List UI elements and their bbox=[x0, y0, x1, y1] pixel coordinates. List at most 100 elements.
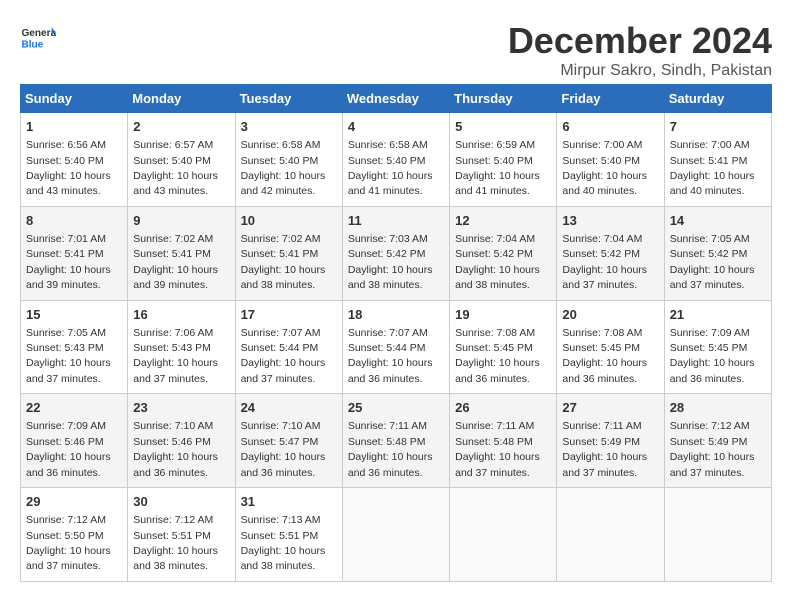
logo: General Blue bbox=[20, 20, 58, 56]
title-block: December 2024 Mirpur Sakro, Sindh, Pakis… bbox=[508, 20, 772, 80]
day-info: Sunrise: 7:04 AMSunset: 5:42 PMDaylight:… bbox=[455, 233, 540, 291]
day-info: Sunrise: 7:05 AMSunset: 5:42 PMDaylight:… bbox=[670, 233, 755, 291]
day-info: Sunrise: 7:01 AMSunset: 5:41 PMDaylight:… bbox=[26, 233, 111, 291]
day-cell-4: 4Sunrise: 6:58 AMSunset: 5:40 PMDaylight… bbox=[342, 113, 449, 207]
day-number: 7 bbox=[670, 118, 766, 136]
day-info: Sunrise: 7:07 AMSunset: 5:44 PMDaylight:… bbox=[241, 327, 326, 385]
day-info: Sunrise: 7:11 AMSunset: 5:48 PMDaylight:… bbox=[348, 420, 433, 478]
day-info: Sunrise: 7:12 AMSunset: 5:51 PMDaylight:… bbox=[133, 514, 218, 572]
day-cell-17: 17 Sunrise: 7:07 AMSunset: 5:44 PMDayligh… bbox=[235, 300, 342, 394]
day-info: Sunrise: 7:00 AMSunset: 5:41 PMDaylight:… bbox=[670, 139, 755, 197]
day-cell-10: 10Sunrise: 7:02 AMSunset: 5:41 PMDayligh… bbox=[235, 206, 342, 300]
day-cell-23: 23 Sunrise: 7:10 AMSunset: 5:46 PMDayligh… bbox=[128, 394, 235, 488]
day-info: Sunrise: 7:02 AMSunset: 5:41 PMDaylight:… bbox=[133, 233, 218, 291]
day-number: 5 bbox=[455, 118, 551, 136]
week-row-4: 22 Sunrise: 7:09 AMSunset: 5:46 PMDayligh… bbox=[21, 394, 772, 488]
day-cell-2: 2 Sunrise: 6:57 AMSunset: 5:40 PMDaylight… bbox=[128, 113, 235, 207]
day-info: Sunrise: 7:04 AMSunset: 5:42 PMDaylight:… bbox=[562, 233, 647, 291]
day-number: 1 bbox=[26, 118, 122, 136]
day-number: 12 bbox=[455, 212, 551, 230]
day-number: 3 bbox=[241, 118, 337, 136]
day-info: Sunrise: 7:00 AMSunset: 5:40 PMDaylight:… bbox=[562, 139, 647, 197]
day-number: 21 bbox=[670, 306, 766, 324]
day-number: 18 bbox=[348, 306, 444, 324]
day-info: Sunrise: 7:10 AMSunset: 5:46 PMDaylight:… bbox=[133, 420, 218, 478]
day-info: Sunrise: 6:57 AMSunset: 5:40 PMDaylight:… bbox=[133, 139, 218, 197]
header-row: SundayMondayTuesdayWednesdayThursdayFrid… bbox=[21, 85, 772, 113]
empty-cell bbox=[342, 488, 449, 582]
day-number: 10 bbox=[241, 212, 337, 230]
day-number: 26 bbox=[455, 399, 551, 417]
day-info: Sunrise: 7:13 AMSunset: 5:51 PMDaylight:… bbox=[241, 514, 326, 572]
svg-text:General: General bbox=[21, 28, 56, 39]
day-number: 19 bbox=[455, 306, 551, 324]
empty-cell bbox=[450, 488, 557, 582]
day-number: 11 bbox=[348, 212, 444, 230]
day-cell-19: 19 Sunrise: 7:08 AMSunset: 5:45 PMDayligh… bbox=[450, 300, 557, 394]
day-cell-6: 6 Sunrise: 7:00 AMSunset: 5:40 PMDaylight… bbox=[557, 113, 664, 207]
day-cell-20: 20 Sunrise: 7:08 AMSunset: 5:45 PMDayligh… bbox=[557, 300, 664, 394]
day-number: 24 bbox=[241, 399, 337, 417]
day-number: 17 bbox=[241, 306, 337, 324]
day-info: Sunrise: 7:09 AMSunset: 5:46 PMDaylight:… bbox=[26, 420, 111, 478]
day-number: 20 bbox=[562, 306, 658, 324]
empty-cell bbox=[557, 488, 664, 582]
day-number: 16 bbox=[133, 306, 229, 324]
day-number: 22 bbox=[26, 399, 122, 417]
day-info: Sunrise: 6:59 AMSunset: 5:40 PMDaylight:… bbox=[455, 139, 540, 197]
day-number: 4 bbox=[348, 118, 444, 136]
day-cell-18: 18 Sunrise: 7:07 AMSunset: 5:44 PMDayligh… bbox=[342, 300, 449, 394]
header-friday: Friday bbox=[557, 85, 664, 113]
day-number: 28 bbox=[670, 399, 766, 417]
day-cell-14: 14 Sunrise: 7:05 AMSunset: 5:42 PMDayligh… bbox=[664, 206, 771, 300]
header-wednesday: Wednesday bbox=[342, 85, 449, 113]
day-info: Sunrise: 7:11 AMSunset: 5:48 PMDaylight:… bbox=[455, 420, 540, 478]
day-cell-12: 12 Sunrise: 7:04 AMSunset: 5:42 PMDayligh… bbox=[450, 206, 557, 300]
day-info: Sunrise: 7:10 AMSunset: 5:47 PMDaylight:… bbox=[241, 420, 326, 478]
subtitle: Mirpur Sakro, Sindh, Pakistan bbox=[508, 62, 772, 80]
day-cell-5: 5 Sunrise: 6:59 AMSunset: 5:40 PMDaylight… bbox=[450, 113, 557, 207]
day-cell-24: 24 Sunrise: 7:10 AMSunset: 5:47 PMDayligh… bbox=[235, 394, 342, 488]
day-info: Sunrise: 7:07 AMSunset: 5:44 PMDaylight:… bbox=[348, 327, 433, 385]
day-info: Sunrise: 6:56 AMSunset: 5:40 PMDaylight:… bbox=[26, 139, 111, 197]
empty-cell bbox=[664, 488, 771, 582]
day-cell-21: 21Sunrise: 7:09 AMSunset: 5:45 PMDayligh… bbox=[664, 300, 771, 394]
week-row-1: 1 Sunrise: 6:56 AMSunset: 5:40 PMDaylight… bbox=[21, 113, 772, 207]
day-info: Sunrise: 7:11 AMSunset: 5:49 PMDaylight:… bbox=[562, 420, 647, 478]
day-info: Sunrise: 7:12 AMSunset: 5:49 PMDaylight:… bbox=[670, 420, 755, 478]
day-info: Sunrise: 7:06 AMSunset: 5:43 PMDaylight:… bbox=[133, 327, 218, 385]
day-cell-3: 3Sunrise: 6:58 AMSunset: 5:40 PMDaylight… bbox=[235, 113, 342, 207]
day-info: Sunrise: 7:08 AMSunset: 5:45 PMDaylight:… bbox=[562, 327, 647, 385]
day-cell-16: 16 Sunrise: 7:06 AMSunset: 5:43 PMDayligh… bbox=[128, 300, 235, 394]
day-cell-13: 13 Sunrise: 7:04 AMSunset: 5:42 PMDayligh… bbox=[557, 206, 664, 300]
day-info: Sunrise: 7:08 AMSunset: 5:45 PMDaylight:… bbox=[455, 327, 540, 385]
day-cell-8: 8 Sunrise: 7:01 AMSunset: 5:41 PMDaylight… bbox=[21, 206, 128, 300]
day-number: 13 bbox=[562, 212, 658, 230]
svg-text:Blue: Blue bbox=[21, 39, 43, 50]
logo-icon: General Blue bbox=[20, 20, 56, 56]
day-cell-7: 7 Sunrise: 7:00 AMSunset: 5:41 PMDaylight… bbox=[664, 113, 771, 207]
day-number: 27 bbox=[562, 399, 658, 417]
header-sunday: Sunday bbox=[21, 85, 128, 113]
day-number: 29 bbox=[26, 493, 122, 511]
day-number: 8 bbox=[26, 212, 122, 230]
day-number: 30 bbox=[133, 493, 229, 511]
week-row-3: 15Sunrise: 7:05 AMSunset: 5:43 PMDayligh… bbox=[21, 300, 772, 394]
day-cell-15: 15Sunrise: 7:05 AMSunset: 5:43 PMDayligh… bbox=[21, 300, 128, 394]
week-row-2: 8 Sunrise: 7:01 AMSunset: 5:41 PMDaylight… bbox=[21, 206, 772, 300]
day-cell-30: 30 Sunrise: 7:12 AMSunset: 5:51 PMDayligh… bbox=[128, 488, 235, 582]
day-cell-28: 28 Sunrise: 7:12 AMSunset: 5:49 PMDayligh… bbox=[664, 394, 771, 488]
day-cell-29: 29Sunrise: 7:12 AMSunset: 5:50 PMDayligh… bbox=[21, 488, 128, 582]
day-number: 14 bbox=[670, 212, 766, 230]
day-number: 23 bbox=[133, 399, 229, 417]
day-number: 25 bbox=[348, 399, 444, 417]
day-cell-9: 9Sunrise: 7:02 AMSunset: 5:41 PMDaylight… bbox=[128, 206, 235, 300]
header-monday: Monday bbox=[128, 85, 235, 113]
header-thursday: Thursday bbox=[450, 85, 557, 113]
day-cell-11: 11Sunrise: 7:03 AMSunset: 5:42 PMDayligh… bbox=[342, 206, 449, 300]
day-number: 6 bbox=[562, 118, 658, 136]
day-number: 2 bbox=[133, 118, 229, 136]
day-cell-31: 31Sunrise: 7:13 AMSunset: 5:51 PMDayligh… bbox=[235, 488, 342, 582]
day-cell-22: 22 Sunrise: 7:09 AMSunset: 5:46 PMDayligh… bbox=[21, 394, 128, 488]
header-saturday: Saturday bbox=[664, 85, 771, 113]
